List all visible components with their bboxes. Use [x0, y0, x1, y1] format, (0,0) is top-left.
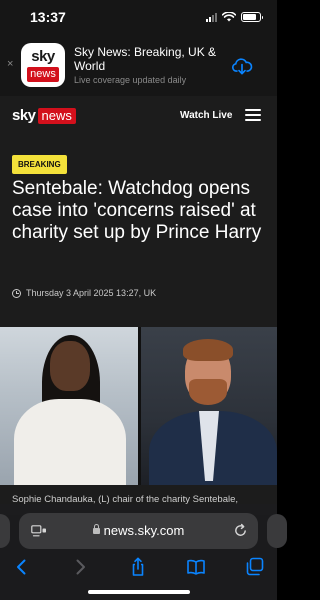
forward-icon[interactable] [70, 557, 90, 577]
site-header: sky news Watch Live [0, 96, 277, 136]
menu-icon[interactable] [245, 109, 261, 121]
app-icon-sky: sky [31, 48, 55, 65]
wifi-icon [222, 12, 236, 22]
clock-icon [12, 288, 21, 298]
smart-app-banner: × sky news Sky News: Breaking, UK & Worl… [0, 36, 277, 96]
logo-sky: sky [12, 107, 36, 124]
logo-news: news [37, 107, 76, 124]
address-bar[interactable]: news.sky.com [19, 513, 258, 549]
status-icons [206, 12, 263, 22]
next-tab-peek[interactable] [267, 514, 287, 548]
back-icon[interactable] [12, 557, 32, 577]
sky-news-logo[interactable]: sky news [12, 107, 76, 124]
app-icon-news: news [27, 67, 59, 82]
download-icon[interactable] [231, 55, 253, 77]
previous-tab-peek[interactable] [0, 514, 10, 548]
browser-toolbar [0, 557, 277, 577]
browser-bottom-bar: news.sky.com [0, 504, 287, 600]
breaking-badge: BREAKING [12, 155, 67, 174]
watch-live-link[interactable]: Watch Live [180, 110, 232, 121]
tabs-icon[interactable] [245, 557, 265, 577]
app-subtitle: Live coverage updated daily [74, 75, 187, 85]
battery-icon [241, 12, 263, 22]
share-icon[interactable] [128, 557, 148, 577]
photo-right-person [141, 327, 277, 485]
app-title[interactable]: Sky News: Breaking, UK & World [74, 45, 224, 73]
bookmarks-icon[interactable] [186, 557, 206, 577]
article-date: Thursday 3 April 2025 13:27, UK [26, 288, 157, 298]
article-photo[interactable] [0, 327, 277, 485]
app-icon[interactable]: sky news [21, 43, 65, 87]
home-indicator [88, 590, 190, 594]
url-display[interactable]: news.sky.com [19, 523, 258, 538]
article-headline: Sentebale: Watchdog opens case into 'con… [12, 178, 262, 243]
close-icon[interactable]: × [7, 58, 13, 70]
signal-icon [206, 12, 217, 22]
status-time: 13:37 [30, 9, 66, 25]
url-text: news.sky.com [103, 523, 185, 538]
article-header: BREAKING Sentebale: Watchdog opens case … [0, 136, 277, 327]
photo-left-person [0, 327, 138, 485]
lock-icon [92, 523, 100, 534]
status-bar: 13:37 [0, 0, 277, 36]
article-dateline: Thursday 3 April 2025 13:27, UK [12, 288, 156, 298]
reload-icon[interactable] [233, 523, 248, 538]
